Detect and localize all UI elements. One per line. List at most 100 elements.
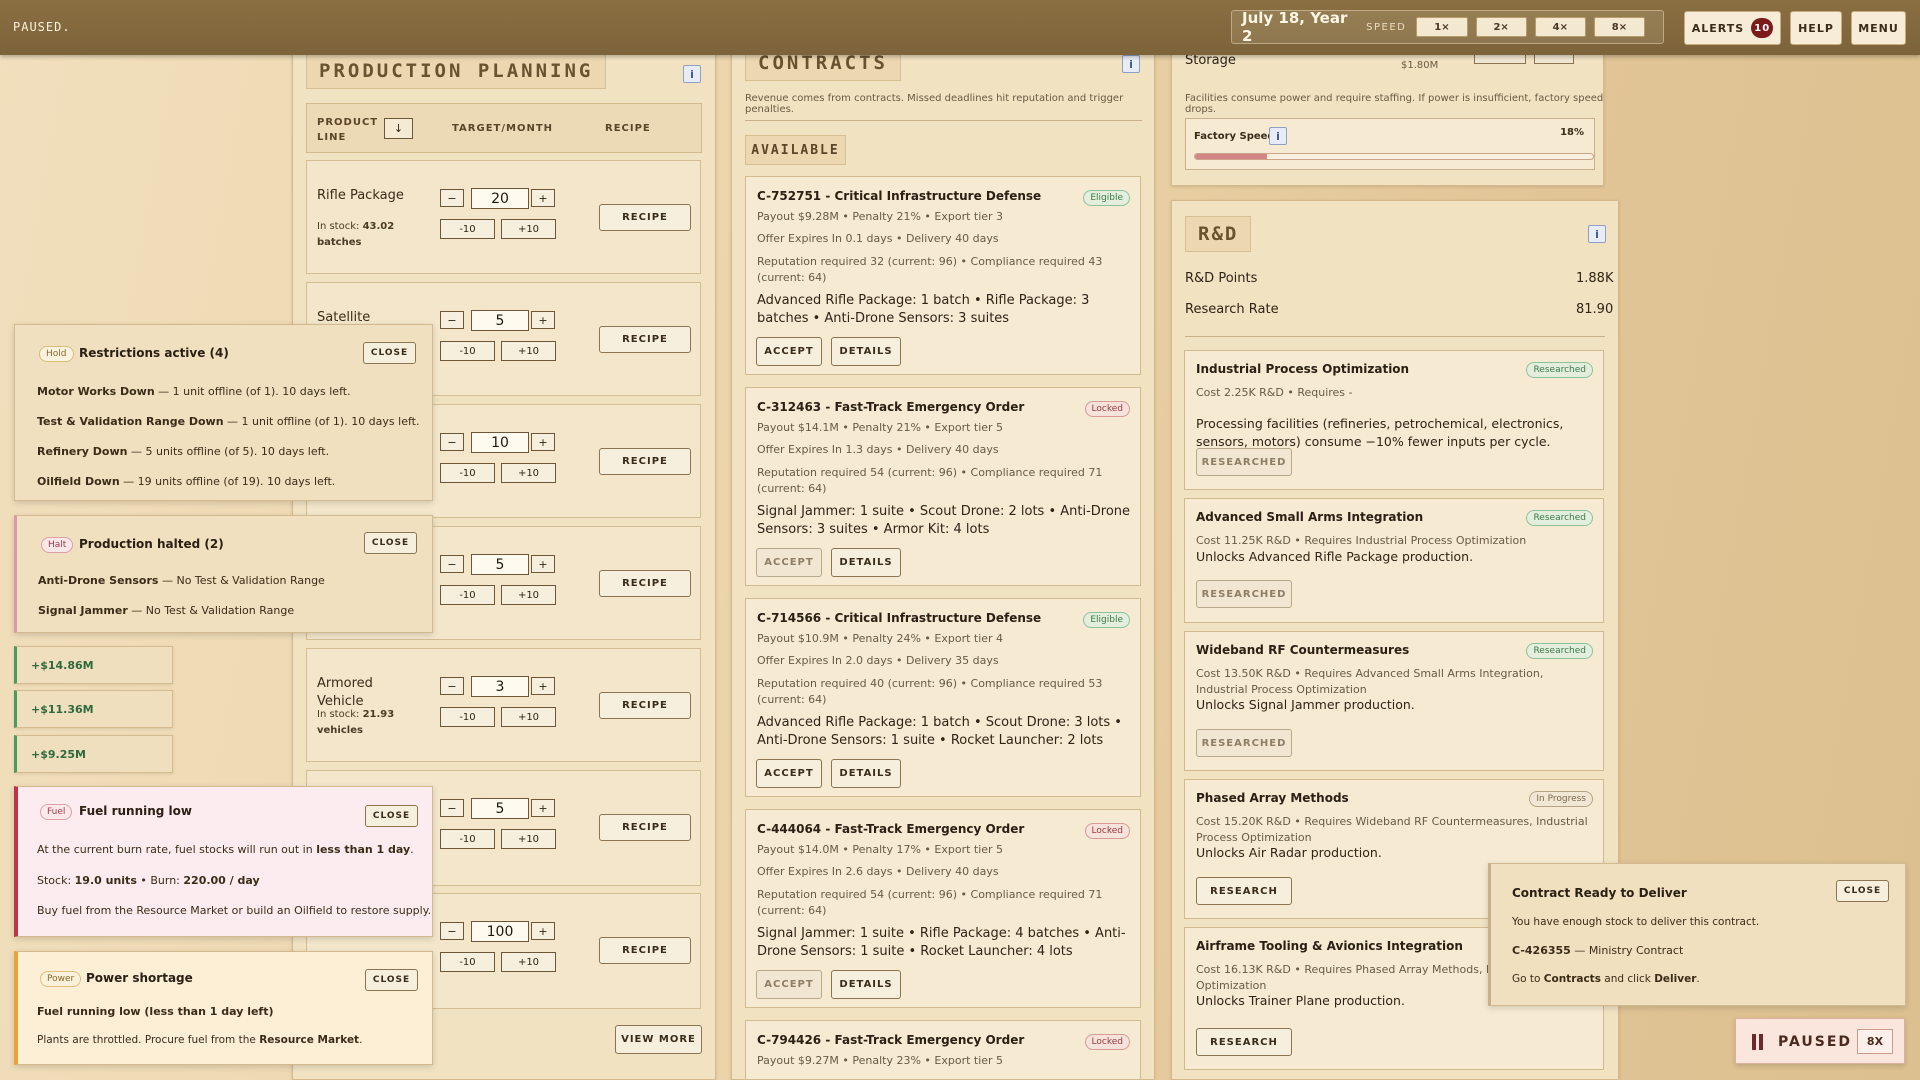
increment-10-button[interactable]: +10: [501, 341, 556, 361]
increment-10-button[interactable]: +10: [501, 585, 556, 605]
decrement-10-button[interactable]: -10: [440, 829, 495, 849]
contracts-note: Revenue comes from contracts. Missed dea…: [745, 93, 1124, 115]
recipe-button[interactable]: RECIPE: [599, 570, 691, 597]
factory-speed-bar: [1194, 153, 1594, 160]
target-qty-input[interactable]: 3: [471, 676, 529, 697]
research-button[interactable]: RESEARCHED: [1196, 729, 1292, 757]
pause-widget-speed[interactable]: 8X: [1857, 1029, 1893, 1054]
target-qty-input[interactable]: 5: [471, 798, 529, 819]
decrement-10-button[interactable]: -10: [440, 341, 495, 361]
recipe-button[interactable]: RECIPE: [599, 814, 691, 841]
pause-status: PAUSED.: [13, 20, 71, 34]
recipe-button[interactable]: RECIPE: [599, 692, 691, 719]
speed-1x-button[interactable]: 1×: [1416, 17, 1468, 37]
increment-button[interactable]: +: [531, 555, 555, 573]
contract-requirements-rep: Reputation required 54 (current: 96) • C…: [757, 888, 1103, 917]
speed-2x-button[interactable]: 2×: [1475, 17, 1527, 37]
decrement-button[interactable]: −: [440, 433, 464, 451]
target-qty-input[interactable]: 20: [471, 188, 529, 209]
target-qty-input[interactable]: 100: [471, 921, 529, 942]
decrement-button[interactable]: −: [440, 922, 464, 940]
contracts-info-icon[interactable]: i: [1122, 55, 1140, 73]
close-restrictions-button[interactable]: CLOSE: [363, 342, 416, 364]
contract-timing: Offer Expires In 1.3 days • Delivery 40 …: [757, 443, 999, 456]
contract-ready-title: Contract Ready to Deliver: [1512, 886, 1687, 900]
contract-requirements-rep: Reputation required 40 (current: 96) • C…: [757, 677, 1103, 706]
speed-4x-button[interactable]: 4×: [1534, 17, 1586, 37]
close-power-button[interactable]: CLOSE: [365, 969, 418, 991]
decrement-10-button[interactable]: -10: [440, 219, 495, 239]
accept-button[interactable]: ACCEPT: [756, 759, 822, 788]
contract-ready-line-1: You have enough stock to deliver this co…: [1512, 916, 1760, 928]
fuel-title: Fuel running low: [79, 804, 192, 818]
recipe-button[interactable]: RECIPE: [599, 937, 691, 964]
accept-button[interactable]: ACCEPT: [756, 337, 822, 366]
research-button[interactable]: RESEARCHED: [1196, 580, 1292, 608]
research-cost: Cost 11.25K R&D • Requires Industrial Pr…: [1196, 534, 1527, 547]
close-fuel-button[interactable]: CLOSE: [365, 805, 418, 827]
decrement-10-button[interactable]: -10: [440, 707, 495, 727]
target-qty-input[interactable]: 5: [471, 310, 529, 331]
rnd-info-icon[interactable]: i: [1588, 225, 1606, 243]
decrement-10-button[interactable]: -10: [440, 585, 495, 605]
details-button[interactable]: DETAILS: [831, 759, 901, 788]
recipe-button[interactable]: RECIPE: [599, 204, 691, 231]
increment-10-button[interactable]: +10: [501, 463, 556, 483]
decrement-10-button[interactable]: -10: [440, 952, 495, 972]
sort-arrow-icon[interactable]: ↓: [384, 118, 413, 139]
production-halted-toast: Halt Production halted (2) CLOSE Anti-Dr…: [14, 515, 433, 633]
halted-title: Production halted (2): [79, 537, 224, 551]
research-button[interactable]: RESEARCHED: [1196, 448, 1292, 476]
details-button[interactable]: DETAILS: [831, 337, 901, 366]
decrement-10-button[interactable]: -10: [440, 463, 495, 483]
decrement-button[interactable]: −: [440, 189, 464, 207]
contract-payout: Payout $9.28M • Penalty 21% • Export tie…: [757, 210, 1004, 223]
increment-10-button[interactable]: +10: [501, 952, 556, 972]
factory-speed-info-icon[interactable]: i: [1269, 127, 1287, 145]
target-qty-input[interactable]: 10: [471, 432, 529, 453]
alerts-button[interactable]: ALERTS 10: [1684, 11, 1781, 45]
fuel-line-3: Buy fuel from the Resource Market or bui…: [37, 904, 432, 917]
menu-button[interactable]: MENU: [1851, 11, 1906, 45]
speed-8x-button[interactable]: 8×: [1593, 17, 1646, 37]
decrement-button[interactable]: −: [440, 311, 464, 329]
details-button[interactable]: DETAILS: [831, 970, 901, 999]
increment-button[interactable]: +: [531, 433, 555, 451]
increment-10-button[interactable]: +10: [501, 707, 556, 727]
increment-button[interactable]: +: [531, 799, 555, 817]
decrement-button[interactable]: −: [440, 555, 464, 573]
increment-button[interactable]: +: [531, 677, 555, 695]
details-button[interactable]: DETAILS: [831, 548, 901, 577]
close-halted-button[interactable]: CLOSE: [364, 532, 417, 554]
increment-button[interactable]: +: [531, 922, 555, 940]
divider: [745, 120, 1142, 121]
help-button[interactable]: HELP: [1790, 11, 1842, 45]
header-product-line: PRODUCT LINE: [317, 117, 379, 143]
accept-button[interactable]: ACCEPT: [756, 970, 822, 999]
research-description: Processing facilities (refineries, petro…: [1196, 416, 1564, 449]
increment-button[interactable]: +: [531, 189, 555, 207]
accept-button[interactable]: ACCEPT: [756, 548, 822, 577]
restriction-item: Refinery Down — 5 units offline (of 5). …: [37, 445, 330, 458]
decrement-button[interactable]: −: [440, 799, 464, 817]
hold-tag: Hold: [39, 346, 74, 362]
target-qty-input[interactable]: 5: [471, 554, 529, 575]
recipe-button[interactable]: RECIPE: [599, 326, 691, 353]
pause-widget[interactable]: PAUSED 8X: [1735, 1018, 1905, 1064]
restrictions-title: Restrictions active (4): [79, 346, 229, 360]
research-button[interactable]: RESEARCH: [1196, 1028, 1292, 1056]
alerts-count-badge: 10: [1751, 18, 1774, 38]
increment-10-button[interactable]: +10: [501, 219, 556, 239]
available-tab[interactable]: AVAILABLE: [745, 135, 846, 165]
view-more-button[interactable]: VIEW MORE: [615, 1025, 702, 1054]
factory-speed-value: 18%: [1560, 127, 1584, 138]
contract-payout: Payout $10.9M • Penalty 24% • Export tie…: [757, 632, 1004, 645]
decrement-button[interactable]: −: [440, 677, 464, 695]
increment-10-button[interactable]: +10: [501, 829, 556, 849]
increment-button[interactable]: +: [531, 311, 555, 329]
research-button[interactable]: RESEARCH: [1196, 877, 1292, 905]
close-contract-ready-button[interactable]: CLOSE: [1836, 880, 1889, 902]
recipe-button[interactable]: RECIPE: [599, 448, 691, 475]
divider: [1185, 336, 1605, 337]
production-info-icon[interactable]: i: [683, 65, 701, 83]
